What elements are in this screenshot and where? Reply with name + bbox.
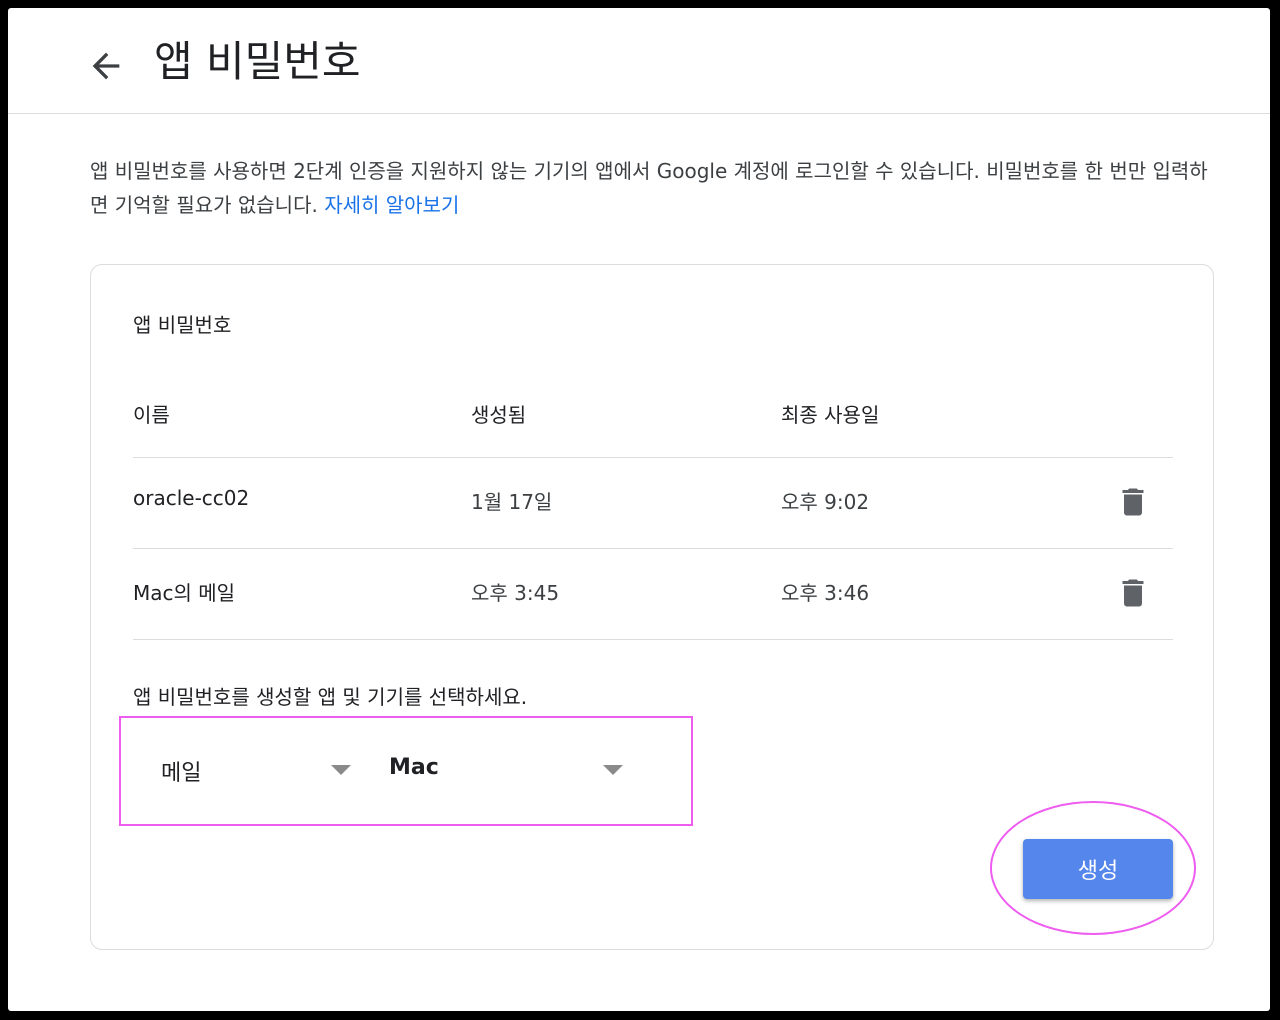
trash-icon [1122,488,1144,516]
row-created: 1월 17일 [471,490,553,514]
arrow-left-icon [92,52,120,80]
column-header-created: 생성됨 [471,403,527,427]
page-header: 앱 비밀번호 [8,8,1270,114]
device-select[interactable]: Mac [389,747,625,791]
device-select-value: Mac [389,755,439,780]
page-description: 앱 비밀번호를 사용하면 2단계 인증을 지원하지 않는 기기의 앱에서 Goo… [90,154,1210,222]
row-created: 오후 3:45 [471,581,560,605]
delete-button[interactable] [1115,575,1151,611]
row-name: Mac의 메일 [133,581,236,605]
generate-button[interactable]: 생성 [1023,839,1173,899]
select-prompt: 앱 비밀번호를 생성할 앱 및 기기를 선택하세요. [133,685,528,709]
column-header-name: 이름 [133,403,170,427]
row-name: oracle-cc02 [133,486,250,510]
app-select-value: 메일 [161,761,202,786]
learn-more-link[interactable]: 자세히 알아보기 [324,193,459,217]
table-header: 이름 생성됨 최종 사용일 [133,383,1173,458]
app-select[interactable]: 메일 [161,747,353,791]
app-passwords-card: 앱 비밀번호 이름 생성됨 최종 사용일 oracle-cc02 1월 17일 … [90,264,1214,950]
row-last-used: 오후 9:02 [781,490,870,514]
caret-down-icon [331,765,351,775]
card-title: 앱 비밀번호 [133,313,232,337]
description-text: 앱 비밀번호를 사용하면 2단계 인증을 지원하지 않는 기기의 앱에서 Goo… [90,159,1208,217]
column-header-last-used: 최종 사용일 [781,403,880,427]
app-passwords-page: 앱 비밀번호 앱 비밀번호를 사용하면 2단계 인증을 지원하지 않는 기기의 … [8,8,1270,1011]
delete-button[interactable] [1115,484,1151,520]
row-last-used: 오후 3:46 [781,581,870,605]
back-button[interactable] [86,46,126,86]
caret-down-icon [603,765,623,775]
table-row: oracle-cc02 1월 17일 오후 9:02 [133,458,1173,549]
page-title: 앱 비밀번호 [154,37,361,86]
table-row: Mac의 메일 오후 3:45 오후 3:46 [133,549,1173,640]
trash-icon [1122,579,1144,607]
